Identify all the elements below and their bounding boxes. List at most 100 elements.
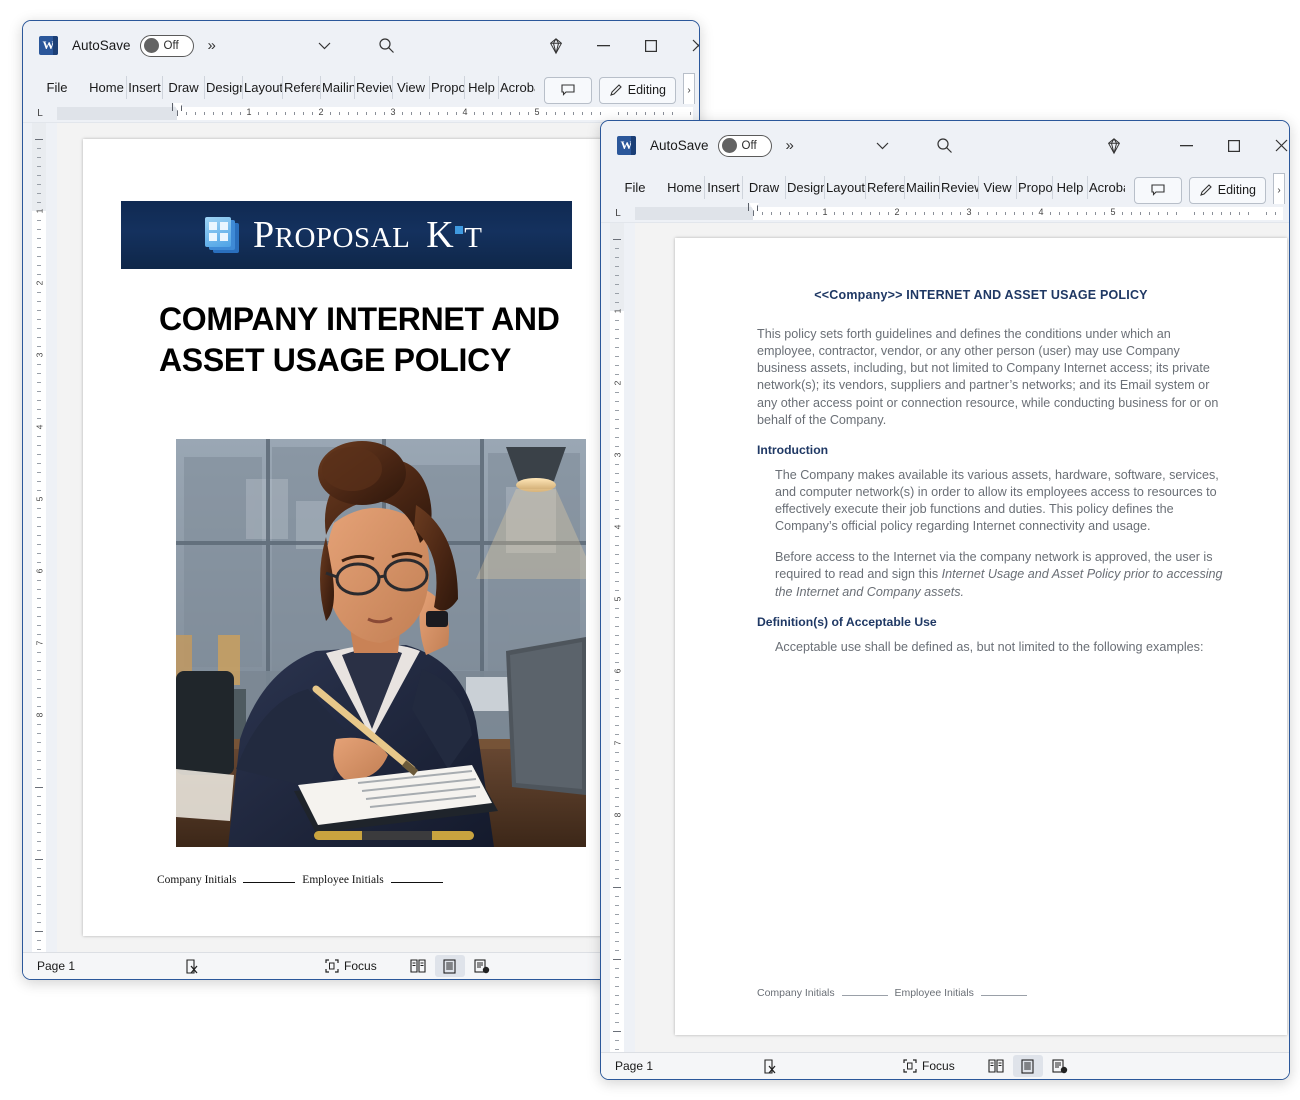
tab-acrobat[interactable]: Acrobat (499, 76, 535, 99)
vertical-ruler-track[interactable]: 1 2 3 4 5 6 7 8 (610, 223, 624, 1079)
minimize-button[interactable] (1163, 121, 1209, 170)
quick-access-more-icon[interactable]: » (208, 37, 216, 54)
ruler-tick (615, 392, 619, 393)
status-page-number[interactable]: Page 1 (615, 1059, 653, 1073)
web-layout-button[interactable] (1045, 1055, 1075, 1077)
copilot-diamond-icon[interactable] (533, 21, 579, 70)
tab-layout[interactable]: Layout (825, 175, 866, 199)
tab-layout[interactable]: Layout (243, 75, 283, 99)
ruler-tick (613, 887, 621, 888)
quick-access-customize-icon[interactable] (859, 121, 905, 170)
maximize-button[interactable] (1211, 121, 1257, 170)
maximize-button[interactable] (628, 21, 674, 70)
ruler-number: 1 (246, 106, 252, 117)
ribbon-overflow-icon[interactable]: › (683, 73, 695, 107)
autosave-label: AutoSave (650, 138, 709, 153)
cover-footer-company-label: Company Initials (157, 874, 237, 886)
copilot-diamond-icon[interactable] (1091, 121, 1137, 170)
search-icon[interactable] (363, 21, 409, 70)
status-bar-window-1[interactable]: Page 1 Focus (23, 952, 699, 979)
tab-design[interactable]: Design (205, 75, 243, 99)
comments-button[interactable] (543, 76, 592, 104)
horizontal-ruler-window-1[interactable]: L 1 2 3 4 5 (23, 102, 699, 123)
tab-draw[interactable]: Draw (163, 75, 205, 99)
horizontal-ruler-track-2[interactable]: 1 2 3 4 5 (635, 202, 1283, 220)
ruler-tick (615, 338, 619, 339)
focus-mode-button[interactable]: Focus (903, 1059, 955, 1073)
ruler-number: 3 (612, 452, 623, 458)
tab-view[interactable]: View (979, 175, 1017, 199)
tab-design[interactable]: Design (786, 175, 825, 199)
proofing-errors-icon[interactable] (185, 958, 200, 974)
tab-view[interactable]: View (393, 75, 430, 99)
autosave-toggle[interactable]: Off (139, 34, 194, 57)
indent-marker[interactable] (748, 202, 759, 211)
minimize-button[interactable] (580, 21, 626, 70)
proofing-errors-icon[interactable] (763, 1058, 778, 1074)
read-mode-button[interactable] (981, 1055, 1011, 1077)
focus-mode-button[interactable]: Focus (325, 959, 377, 973)
ruler-tick (37, 724, 41, 725)
ribbon-right-controls[interactable]: Editing › (1133, 173, 1285, 207)
ruler-tick (37, 184, 41, 185)
print-layout-button[interactable] (434, 955, 465, 977)
close-button[interactable] (1258, 121, 1289, 170)
vertical-ruler-window-2[interactable]: 1 2 3 4 5 6 7 8 (601, 223, 635, 1079)
tab-insert[interactable]: Insert (705, 175, 743, 199)
document-page-policy[interactable]: <<Company>> INTERNET AND ASSET USAGE POL… (675, 238, 1287, 1035)
web-layout-button[interactable] (467, 955, 497, 977)
document-page-cover[interactable]: PROPOSAL K T COMPANY INTERNET AND ASSET US… (83, 139, 610, 936)
tab-references[interactable]: References (283, 75, 321, 99)
vertical-ruler-track[interactable]: 1 2 3 4 5 6 7 8 (32, 123, 46, 979)
quick-access-more-icon[interactable]: » (786, 137, 794, 154)
tab-mailings[interactable]: Mailings (905, 175, 940, 199)
policy-page-footer: Company Initials Employee Initials (757, 987, 1031, 999)
document-canvas-window-2[interactable]: <<Company>> INTERNET AND ASSET USAGE POL… (635, 223, 1289, 1079)
tab-stop-selector[interactable]: L (601, 208, 635, 219)
tab-draw[interactable]: Draw (743, 175, 786, 199)
editing-mode-button[interactable]: Editing (1188, 176, 1266, 204)
tab-acrobat[interactable]: Acrobat (1088, 176, 1125, 199)
ribbon-overflow-icon[interactable]: › (1273, 173, 1285, 207)
autosave-toggle[interactable]: Off (717, 134, 772, 157)
close-button[interactable] (675, 21, 699, 70)
editing-mode-button[interactable]: Editing (598, 76, 676, 104)
tab-proposal[interactable]: Proposal (430, 75, 465, 99)
word-window-policy[interactable]: W AutoSave Off » File Home Insert Draw D… (600, 120, 1290, 1080)
read-mode-button[interactable] (403, 955, 433, 977)
word-window-cover[interactable]: W AutoSave Off » File Home Insert Draw D… (22, 20, 700, 980)
status-page-number[interactable]: Page 1 (37, 959, 75, 973)
print-layout-button[interactable] (1012, 1055, 1043, 1077)
ruler-tick (615, 860, 619, 861)
tab-help[interactable]: Help (1053, 175, 1088, 199)
comments-button[interactable] (1133, 176, 1182, 204)
tab-insert[interactable]: Insert (127, 75, 163, 99)
ruler-number: 5 (34, 496, 45, 502)
status-bar-window-2[interactable]: Page 1 Focus (601, 1052, 1289, 1079)
ribbon-right-controls[interactable]: Editing › (543, 73, 695, 107)
tab-mailings[interactable]: Mailings (321, 75, 355, 99)
ruler-tick (37, 733, 41, 734)
tab-references[interactable]: References (866, 175, 905, 199)
vertical-ruler-window-1[interactable]: 1 2 3 4 5 6 7 8 (23, 123, 57, 979)
tab-home[interactable]: Home (665, 175, 705, 199)
view-mode-group[interactable] (403, 955, 497, 977)
indent-marker[interactable] (172, 102, 183, 111)
tab-review[interactable]: Review (355, 75, 393, 99)
cover-illustration[interactable] (176, 439, 586, 847)
view-mode-group[interactable] (981, 1055, 1075, 1077)
tab-help[interactable]: Help (465, 75, 499, 99)
ribbon-tabs-window-1[interactable]: File Home Insert Draw Design Layout Refe… (23, 70, 699, 107)
horizontal-ruler-window-2[interactable]: L 1 2 3 4 5 (601, 202, 1289, 223)
tab-review[interactable]: Review (940, 175, 979, 199)
tab-home[interactable]: Home (87, 75, 127, 99)
tab-file[interactable]: File (615, 176, 655, 199)
quick-access-customize-icon[interactable] (301, 21, 347, 70)
policy-body[interactable]: This policy sets forth guidelines and de… (757, 326, 1227, 670)
search-icon[interactable] (921, 121, 967, 170)
tab-stop-selector[interactable]: L (23, 108, 57, 119)
tab-file[interactable]: File (37, 76, 77, 99)
horizontal-ruler-track-1[interactable]: 1 2 3 4 5 (57, 102, 693, 120)
tab-proposal[interactable]: Proposal (1017, 175, 1053, 199)
ribbon-tabs-window-2[interactable]: File Home Insert Draw Design Layout Refe… (601, 170, 1289, 207)
